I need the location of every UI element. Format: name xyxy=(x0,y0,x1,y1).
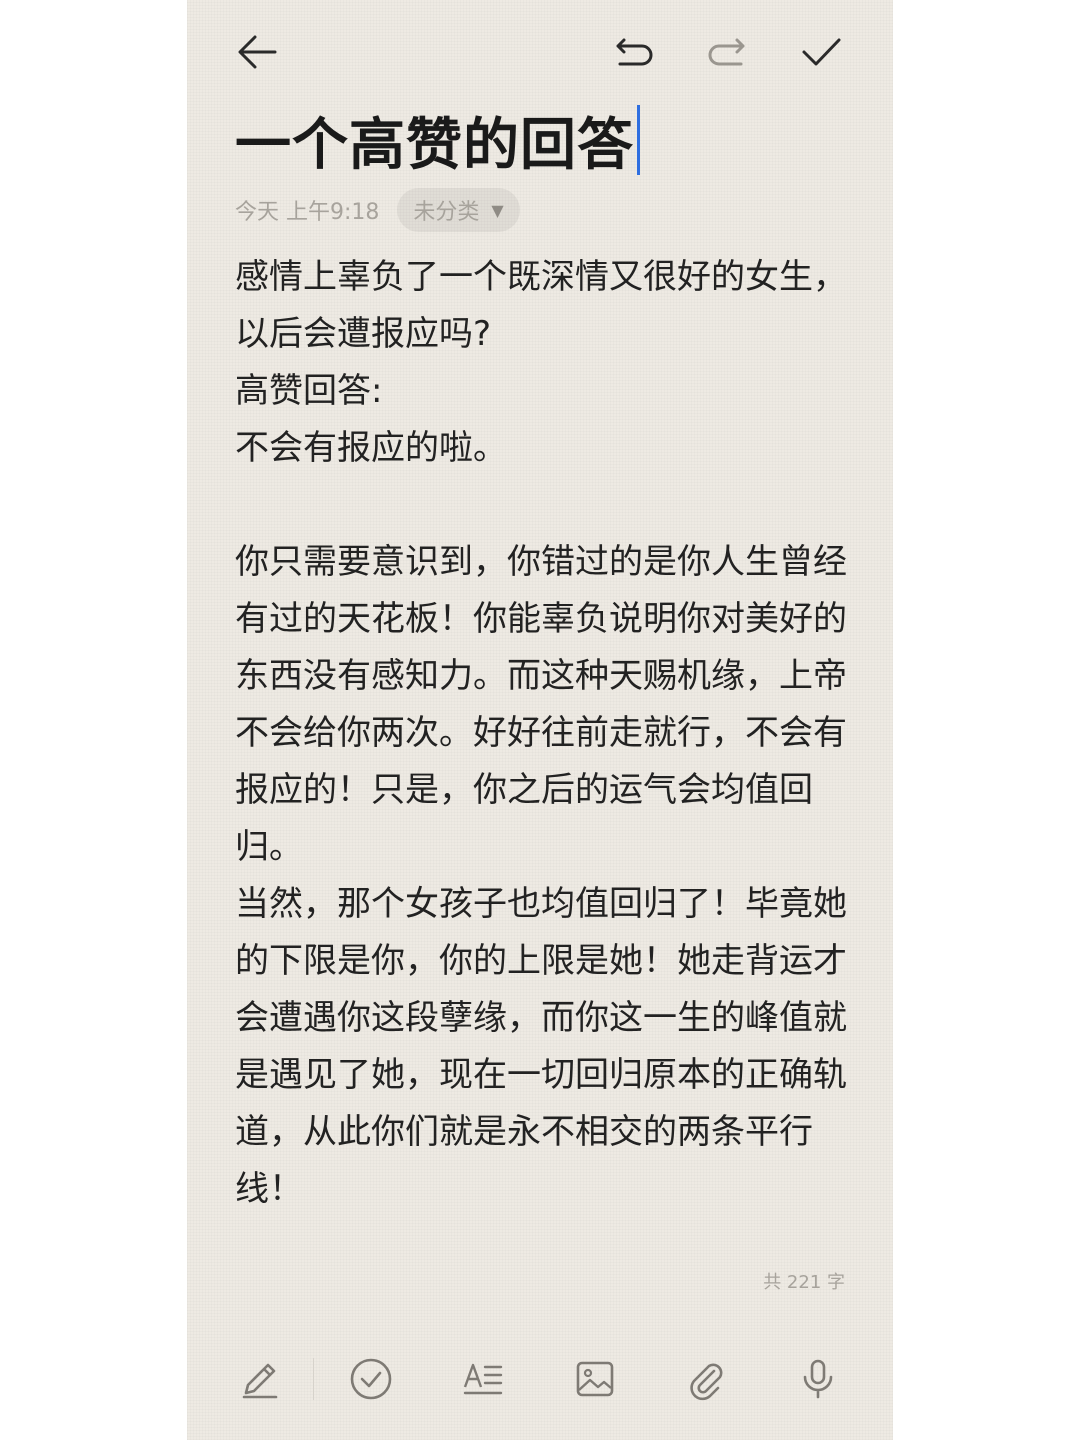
note-editor-screen: 一个高赞的回答 今天 上午9:18 未分类 ▼ 感情上辜负了一个既深情又很好的女… xyxy=(187,0,893,1440)
note-body[interactable]: 感情上辜负了一个既深情又很好的女生，以后会遭报应吗? 高赞回答: 不会有报应的啦… xyxy=(235,249,855,1218)
note-meta: 今天 上午9:18 未分类 ▼ xyxy=(235,186,520,234)
pen-icon xyxy=(242,1363,278,1399)
top-toolbar xyxy=(187,0,893,104)
back-button[interactable] xyxy=(229,24,285,80)
undo-icon xyxy=(616,38,653,66)
attachment-button[interactable] xyxy=(681,1354,731,1404)
checklist-button[interactable] xyxy=(346,1354,396,1404)
chevron-down-icon: ▼ xyxy=(491,200,504,220)
note-date: 今天 上午9:18 xyxy=(235,200,380,225)
image-icon xyxy=(576,1361,614,1397)
toolbar-divider xyxy=(313,1358,314,1400)
bottom-toolbar xyxy=(187,1340,893,1416)
undo-button[interactable] xyxy=(606,24,662,80)
body-paragraph: 高赞回答: xyxy=(235,371,383,411)
checklist-icon xyxy=(350,1358,392,1400)
text-cursor xyxy=(637,105,640,175)
body-paragraph: 当然，那个女孩子也均值回归了！毕竟她的下限是你，你的上限是她！她走背运才会遭遇你… xyxy=(235,884,847,1209)
arrow-left-icon xyxy=(238,35,277,69)
insert-image-button[interactable] xyxy=(570,1354,620,1404)
attachment-icon xyxy=(690,1363,723,1401)
redo-icon xyxy=(708,38,745,66)
note-title: 一个高赞的回答 xyxy=(235,112,634,178)
title-field[interactable]: 一个高赞的回答 xyxy=(235,100,855,180)
text-format-button[interactable] xyxy=(458,1354,508,1404)
category-selector[interactable]: 未分类 ▼ xyxy=(397,188,520,232)
voice-input-button[interactable] xyxy=(793,1354,843,1404)
redo-button[interactable] xyxy=(699,24,755,80)
microphone-icon xyxy=(803,1359,833,1399)
body-paragraph: 感情上辜负了一个既深情又很好的女生，以后会遭报应吗? xyxy=(235,257,847,354)
handwriting-button[interactable] xyxy=(235,1354,285,1404)
body-blank-line xyxy=(235,477,855,534)
category-label: 未分类 xyxy=(413,200,480,225)
body-paragraph: 不会有报应的啦。 xyxy=(235,428,507,468)
text-format-icon xyxy=(463,1363,503,1395)
done-button[interactable] xyxy=(793,24,849,80)
check-icon xyxy=(802,38,841,66)
word-count: 共 221 字 xyxy=(763,1272,845,1293)
body-paragraph: 你只需要意识到，你错过的是你人生曾经有过的天花板！你能辜负说明你对美好的东西没有… xyxy=(235,542,847,867)
